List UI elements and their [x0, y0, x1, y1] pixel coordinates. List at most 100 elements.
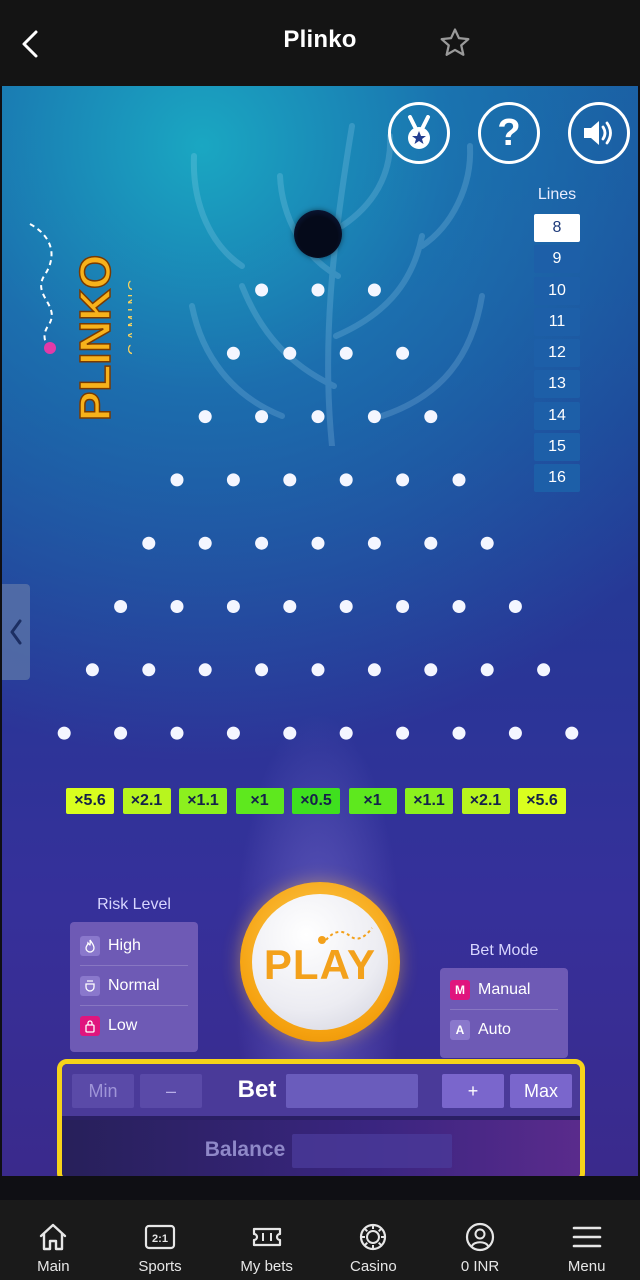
user-circle-icon [465, 1222, 495, 1252]
multiplier-slot: ×2.1 [461, 788, 510, 814]
peg [198, 410, 212, 424]
peg [480, 663, 494, 677]
peg [537, 663, 551, 677]
nav-item-account[interactable]: 0 INR [427, 1200, 534, 1280]
multiplier-slot: ×2.1 [122, 788, 171, 814]
game-area: ? Lines 8 9 10 11 12 13 14 15 16 PLINKO GAMING ×… [2, 86, 638, 1176]
peg [367, 283, 381, 297]
ticket-icon [252, 1227, 281, 1247]
peg-board [57, 283, 579, 740]
peg [396, 473, 410, 487]
risk-option-label: Low [108, 1017, 138, 1034]
peg [283, 600, 297, 613]
peg [565, 726, 579, 740]
balance-label: Balance [204, 1138, 286, 1161]
manual-key-badge: M [450, 979, 470, 1000]
peg [283, 346, 297, 360]
risk-level-label: Risk Level [97, 896, 171, 913]
svg-text:2:1: 2:1 [152, 1233, 168, 1245]
nav-item-main[interactable]: Main [0, 1200, 107, 1280]
multiplier-slot: ×5.6 [518, 788, 566, 814]
multiplier-slot: ×1 [235, 788, 284, 814]
peg [452, 473, 466, 487]
peg [339, 726, 353, 740]
chevron-left-icon [10, 619, 22, 645]
peg [255, 410, 269, 424]
min-bet-button[interactable]: Min [72, 1074, 134, 1108]
auto-key-badge: A [450, 1020, 470, 1040]
nav-item-casino[interactable]: Casino [320, 1200, 427, 1280]
peg [367, 663, 381, 677]
multiplier-slot: ×1.1 [405, 788, 453, 814]
peg [114, 600, 128, 613]
peg [170, 600, 184, 613]
peg [396, 346, 410, 360]
nav-item-my-bets[interactable]: My bets [213, 1200, 320, 1280]
risk-option-label: High [108, 936, 141, 954]
peg [311, 410, 325, 424]
bet-mode-option-label: Manual [478, 980, 531, 998]
multiplier-slot: ×0.5 [292, 788, 340, 814]
multiplier-row: ×5.6 ×2.1 ×1.1 ×1 ×0.5 ×1 ×1.1 ×2.1 ×5.6 [66, 788, 566, 814]
peg [311, 283, 325, 297]
play-button[interactable]: PLAY [240, 882, 400, 1042]
menu-icon [572, 1226, 601, 1248]
max-bet-button[interactable]: Max [510, 1074, 572, 1108]
peg [114, 726, 128, 740]
peg [255, 536, 269, 550]
favorite-button[interactable] [438, 26, 472, 60]
increase-bet-button[interactable]: + [442, 1074, 504, 1108]
peg [424, 663, 438, 677]
nav-label: Menu [567, 1258, 606, 1275]
peg [255, 663, 269, 677]
peg [396, 600, 410, 613]
bet-mode-auto[interactable]: A Auto [450, 1010, 558, 1050]
peg [170, 473, 184, 487]
peg [311, 663, 325, 677]
balance-value [292, 1134, 452, 1168]
ball-trajectory-icon [318, 927, 373, 944]
risk-option-label: Normal [108, 976, 160, 994]
peg [424, 410, 438, 424]
nav-item-sports[interactable]: 2:1 Sports [107, 1200, 214, 1280]
multiplier-slot: ×1 [348, 788, 397, 814]
peg [85, 663, 99, 677]
peg [255, 283, 269, 297]
cup-icon [80, 975, 100, 996]
nav-label: Main [37, 1258, 70, 1275]
page-title: Plinko [283, 26, 357, 53]
peg [311, 536, 325, 550]
lock-icon [80, 1016, 100, 1036]
flame-icon [80, 935, 100, 956]
bottom-navigation: Main 2:1 Sports My bets Casino 0 INR Men… [0, 1200, 640, 1280]
bet-amount-input[interactable] [286, 1074, 418, 1108]
risk-option-low[interactable]: Low [80, 1006, 188, 1046]
nav-item-menu[interactable]: Menu [533, 1200, 640, 1280]
peg [226, 346, 240, 360]
peg [142, 663, 156, 677]
peg [339, 346, 353, 360]
peg [396, 726, 410, 740]
bet-panel: Min – Bet + Max Balance [57, 1059, 585, 1176]
risk-option-normal[interactable]: Normal [80, 966, 188, 1006]
peg [452, 600, 466, 613]
peg [283, 473, 297, 487]
home-icon [40, 1223, 67, 1251]
casino-chip-icon [360, 1223, 387, 1251]
multiplier-slot: ×1.1 [179, 788, 227, 814]
peg [198, 663, 212, 677]
peg [367, 536, 381, 550]
peg [57, 726, 71, 740]
nav-label: My bets [240, 1258, 293, 1275]
side-panel-toggle[interactable] [2, 584, 30, 680]
peg [508, 600, 522, 613]
play-label: PLAY [263, 941, 377, 988]
decrease-bet-button[interactable]: – [140, 1074, 202, 1108]
risk-option-high[interactable]: High [80, 926, 188, 966]
peg [283, 726, 297, 740]
bet-mode-manual[interactable]: M Manual [450, 970, 558, 1010]
balance-row: Balance [62, 1120, 580, 1176]
peg [142, 536, 156, 550]
peg [226, 726, 240, 740]
peg [367, 410, 381, 424]
